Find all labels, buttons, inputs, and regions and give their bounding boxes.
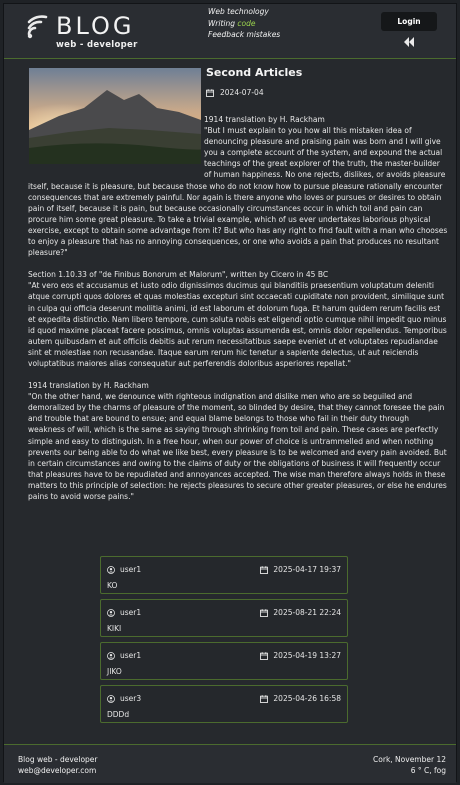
comment-date-text: 2025-08-21 22:24	[273, 608, 341, 617]
calendar-icon	[206, 88, 214, 97]
user-icon	[107, 651, 115, 660]
comment-author: user1	[107, 651, 141, 660]
footer-temperature: 6 ° C, fog	[410, 765, 446, 775]
comment-date: 2025-08-21 22:24	[260, 608, 341, 617]
brand-title[interactable]: BLOG	[56, 12, 134, 40]
article-date-text: 2024-07-04	[220, 88, 264, 97]
footer-brand: Blog web - developer	[18, 755, 98, 764]
comment-item: user1 2025-08-21 22:24 KIKI	[100, 599, 348, 637]
calendar-icon	[260, 694, 269, 703]
comment-text: DDDd	[107, 710, 130, 719]
wifi-logo-icon[interactable]	[26, 14, 48, 40]
calendar-icon	[260, 651, 269, 660]
login-button[interactable]: Login	[381, 12, 437, 31]
comment-date-text: 2025-04-17 19:37	[273, 565, 341, 574]
comment-text: JIKO	[107, 667, 122, 676]
comment-date: 2025-04-26 16:58	[260, 694, 341, 703]
comment-item: user1 2025-04-19 13:27 JIKO	[100, 642, 348, 680]
comment-author: user1	[107, 608, 141, 617]
comment-date: 2025-04-19 13:27	[260, 651, 341, 660]
nav-item-highlight: code	[237, 18, 256, 28]
comment-text: KIKI	[107, 624, 122, 633]
page: BLOG web - developer Web technology Writ…	[3, 3, 457, 783]
comment-date: 2025-04-17 19:37	[260, 565, 341, 574]
nav-item-label: Writing	[208, 18, 238, 28]
user-icon	[107, 565, 115, 574]
double-chevron-left-icon[interactable]	[403, 37, 415, 47]
comment-date-text: 2025-04-26 16:58	[273, 694, 341, 703]
nav-item-feedback-mistakes[interactable]: Feedback mistakes	[208, 29, 280, 41]
comment-author: user3	[107, 694, 141, 703]
comment-text: KO	[107, 581, 118, 590]
comment-item: user1 2025-04-17 19:37 KO	[100, 556, 348, 594]
comment-author: user1	[107, 565, 141, 574]
user-icon	[107, 608, 115, 617]
calendar-icon	[260, 608, 269, 617]
footer-location-date: Cork, November 12	[373, 755, 446, 764]
footer: Blog web - developer web@developer.com C…	[4, 744, 456, 783]
header: BLOG web - developer Web technology Writ…	[4, 4, 456, 59]
brand-subtitle: web - developer	[56, 40, 138, 50]
article-body: 1914 translation by H. Rackham "But I mu…	[28, 114, 448, 513]
main-nav: Web technology Writing code Feedback mis…	[208, 6, 280, 41]
article-paragraph: Section 1.10.33 of "de Finibus Bonorum e…	[28, 270, 447, 368]
comment-username: user1	[120, 565, 142, 574]
comment-username: user1	[120, 608, 142, 617]
article-paragraph: 1914 translation by H. Rackham "On the o…	[28, 381, 447, 501]
calendar-icon	[260, 565, 269, 574]
article-title: Second Articles	[206, 66, 303, 79]
article-date: 2024-07-04	[206, 88, 264, 97]
footer-weather: Cork, November 12 6 ° C, fog	[373, 755, 446, 776]
footer-email[interactable]: web@developer.com	[18, 766, 98, 777]
comment-item: user3 2025-04-26 16:58 DDDd	[100, 685, 348, 723]
comments-list: user1 2025-04-17 19:37 KO user1 2025-08-…	[100, 556, 348, 728]
comment-username: user3	[120, 694, 142, 703]
nav-item-web-technology[interactable]: Web technology	[208, 6, 280, 18]
footer-contact: Blog web - developer web@developer.com	[18, 755, 98, 776]
nav-item-writing-code[interactable]: Writing code	[208, 18, 280, 30]
image-spacer	[28, 114, 204, 170]
comment-date-text: 2025-04-19 13:27	[273, 651, 341, 660]
comment-username: user1	[120, 651, 142, 660]
user-icon	[107, 694, 115, 703]
